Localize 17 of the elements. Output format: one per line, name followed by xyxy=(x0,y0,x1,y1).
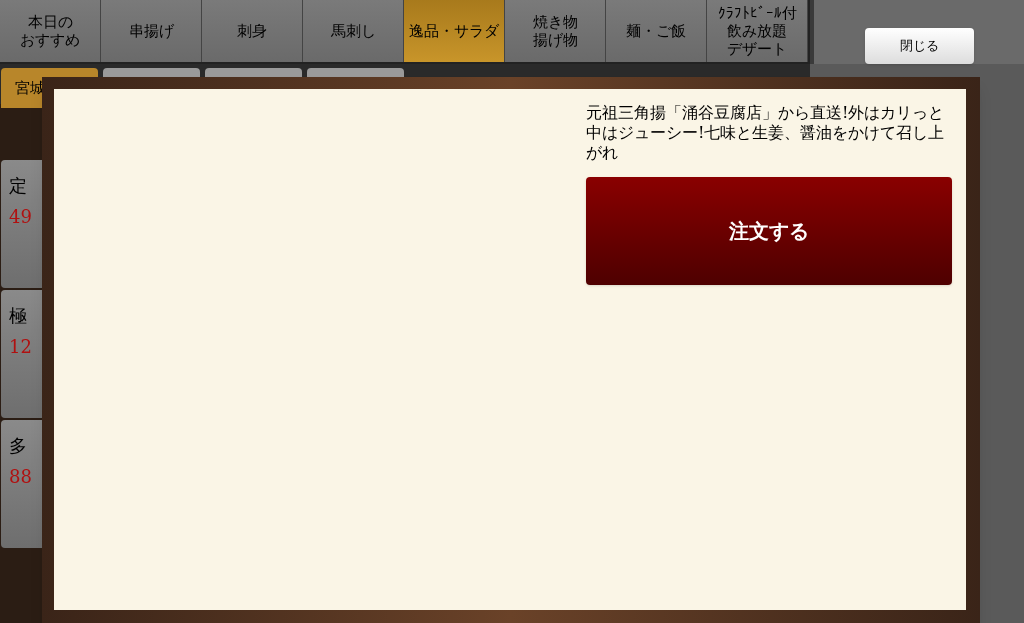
category-tab[interactable]: 逸品・サラダ xyxy=(404,0,505,62)
category-tab[interactable]: 刺身 xyxy=(202,0,303,62)
category-tab[interactable]: 焼き物 揚げ物 xyxy=(505,0,606,62)
category-tab[interactable]: 串揚げ xyxy=(101,0,202,62)
menu-item-price: 12 xyxy=(9,335,33,359)
close-button[interactable]: 閉じる xyxy=(864,28,974,64)
item-description: 元祖三角揚「涌谷豆腐店」から直送!外はカリっと中はジューシー!七味と生姜、醤油をかけて召し上がれ xyxy=(586,103,946,163)
category-tab[interactable]: 馬刺し xyxy=(303,0,404,62)
category-tab[interactable]: 麺・ご飯 xyxy=(606,0,707,62)
category-tab[interactable]: 本日の おすすめ xyxy=(0,0,101,62)
menu-item-price: 88 xyxy=(9,465,33,489)
menu-item-name: 定 xyxy=(9,174,28,198)
category-tab[interactable]: ｸﾗﾌﾄﾋﾞｰﾙ付 飲み放題 デザート xyxy=(707,0,808,62)
menu-item-price: 49 xyxy=(9,205,33,229)
order-button[interactable]: 注文する xyxy=(586,177,952,285)
menu-item-name: 多 xyxy=(9,434,28,458)
menu-item-name: 極 xyxy=(9,304,28,328)
